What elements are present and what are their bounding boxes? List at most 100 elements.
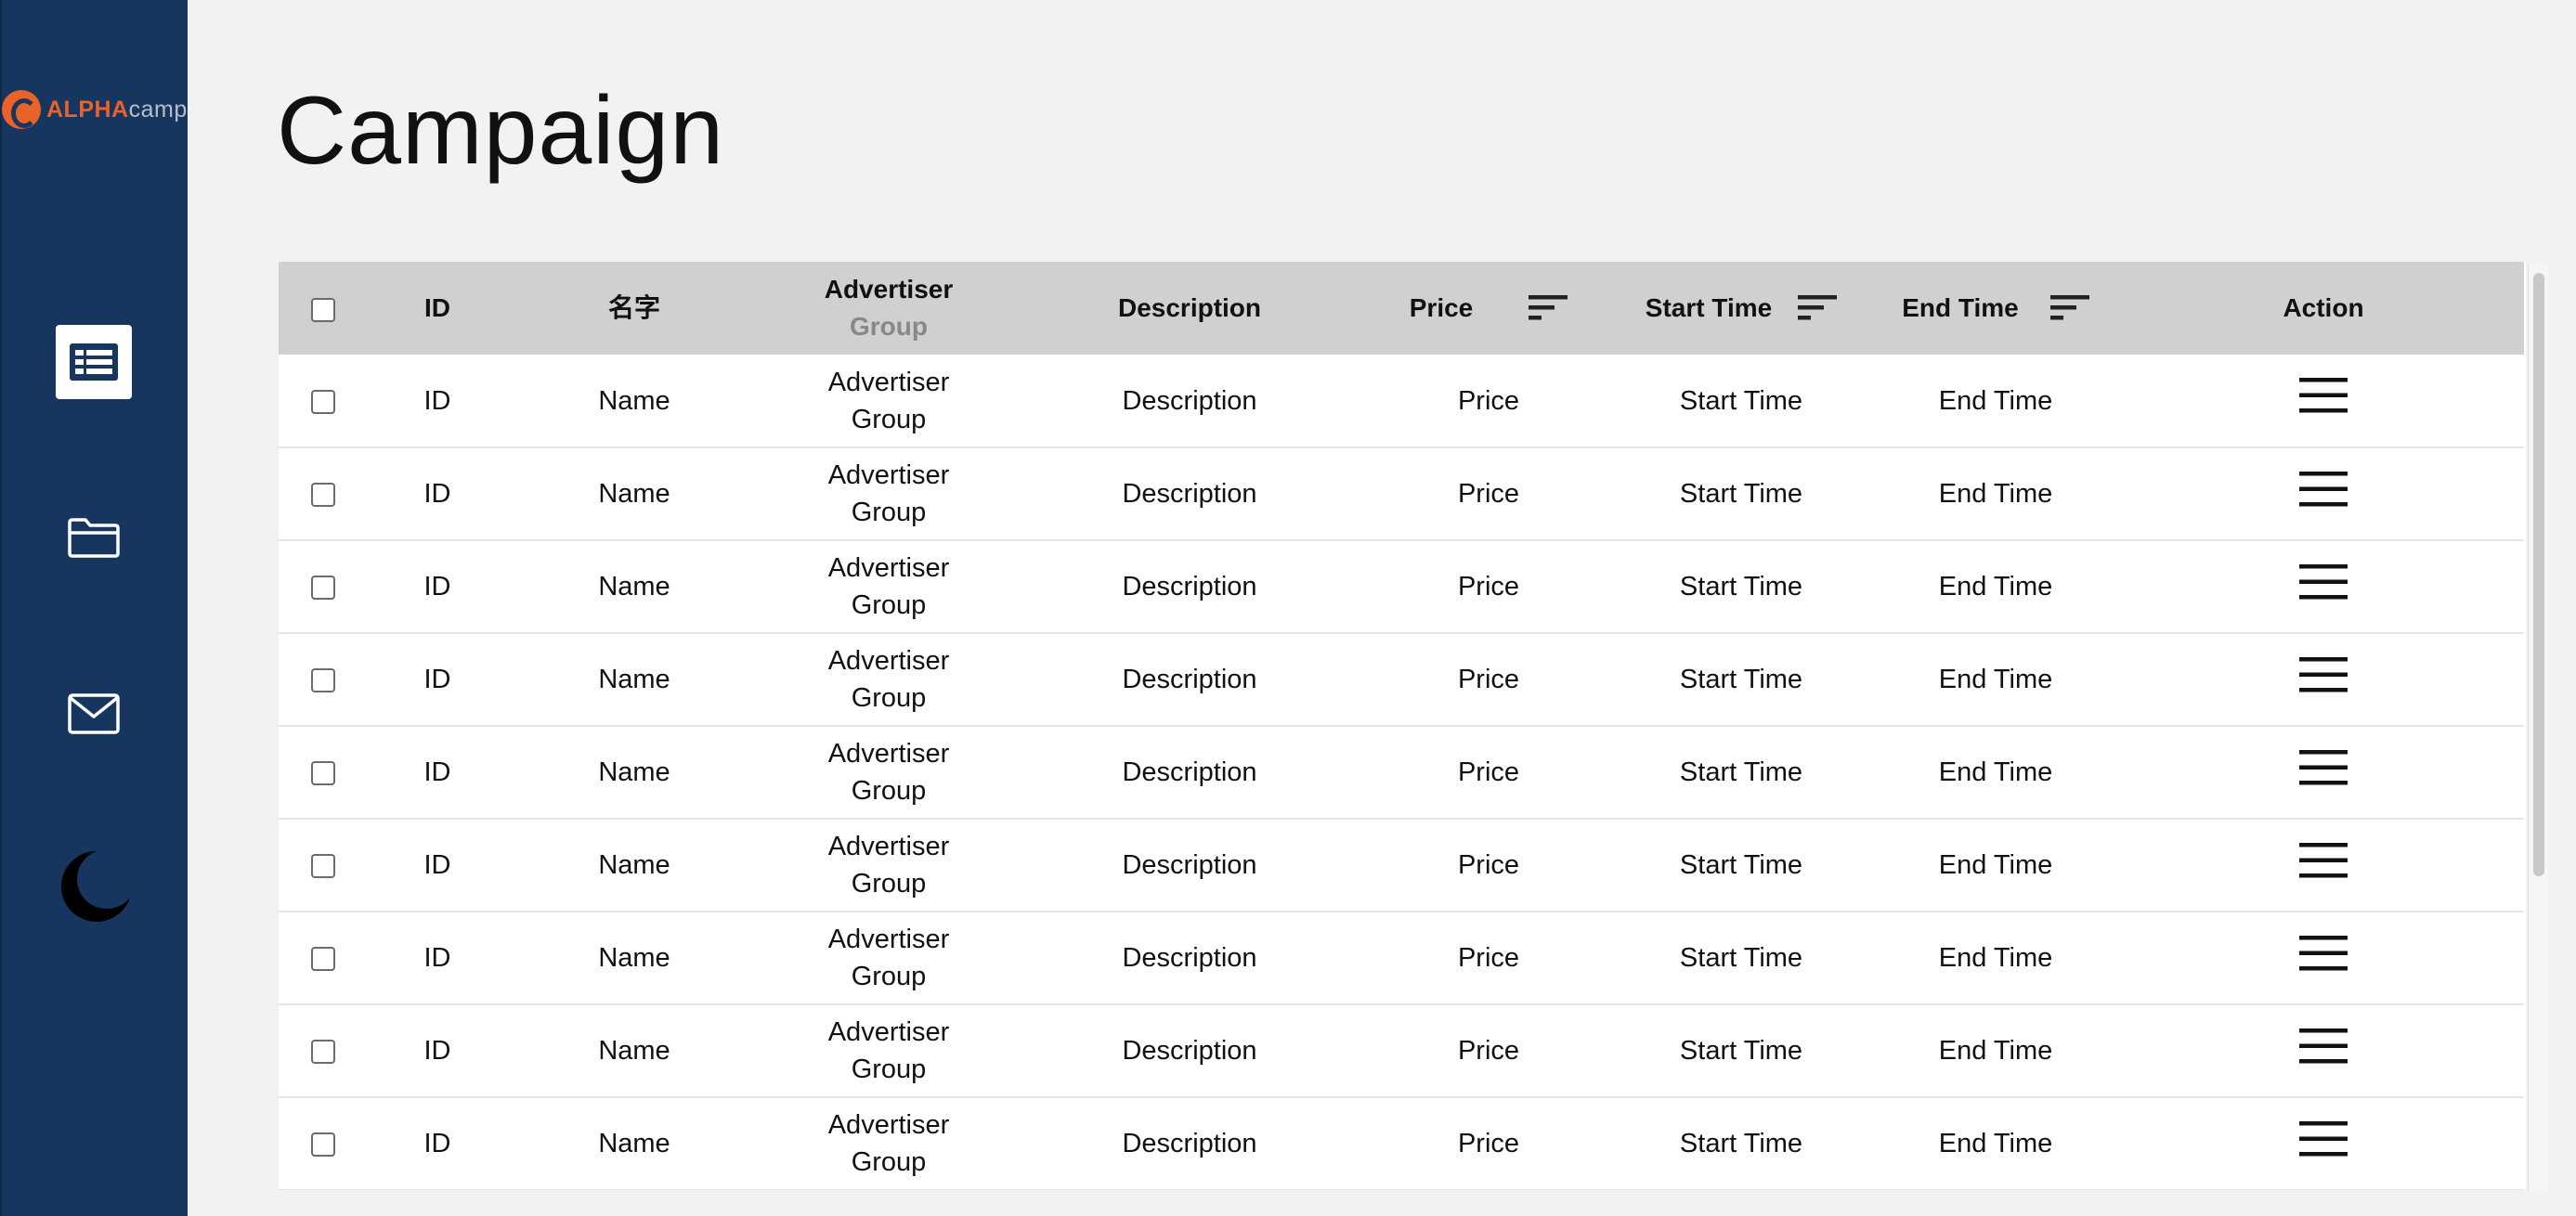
row-description: Description (1016, 912, 1363, 1005)
logo-suffix: camp (128, 96, 188, 123)
row-id: ID (368, 912, 507, 1005)
header-price-wrap: Price (1410, 290, 1568, 327)
row-advertiser-label: Advertiser (827, 553, 950, 583)
header-advertiser-label: Advertiser (824, 275, 954, 304)
row-action-cell (2123, 819, 2524, 912)
row-advertiser-label: Advertiser (827, 646, 950, 676)
page-title: Campaign (277, 77, 725, 185)
row-start-time: Start Time (1614, 819, 1868, 912)
row-advertiser-group: Group (851, 498, 927, 527)
row-menu-icon[interactable] (2299, 841, 2348, 880)
mail-icon (68, 693, 120, 734)
row-select-cell (279, 1097, 368, 1190)
row-select-cell (279, 447, 368, 541)
row-advertiser-label: Advertiser (827, 1110, 950, 1140)
row-name: Name (507, 447, 761, 541)
row-checkbox[interactable] (311, 854, 335, 879)
row-menu-icon[interactable] (2299, 1119, 2348, 1158)
row-advertiser: Advertiser Group (761, 355, 1016, 448)
row-menu-icon[interactable] (2299, 470, 2348, 509)
logo: ALPHAcamp (2, 87, 188, 132)
row-name: Name (507, 633, 761, 727)
row-action-cell (2123, 355, 2524, 448)
row-advertiser: Advertiser Group (761, 633, 1016, 727)
header-name: 名字 (607, 293, 660, 322)
nav-item-folder[interactable] (56, 500, 132, 575)
sort-start-time-icon[interactable] (1798, 295, 1838, 321)
row-price: Price (1363, 1097, 1614, 1190)
row-checkbox[interactable] (311, 947, 335, 972)
moon-icon (60, 850, 130, 922)
row-advertiser: Advertiser Group (761, 1004, 1016, 1098)
row-checkbox[interactable] (311, 668, 335, 693)
row-name: Name (507, 912, 761, 1005)
header-select-all (279, 262, 368, 355)
row-end-time: End Time (1868, 819, 2123, 912)
row-price: Price (1363, 912, 1614, 1005)
row-advertiser-group: Group (851, 1054, 927, 1084)
row-menu-icon[interactable] (2299, 655, 2348, 694)
row-advertiser-group: Group (851, 1147, 927, 1177)
row-name: Name (507, 1004, 761, 1098)
row-checkbox[interactable] (311, 576, 335, 601)
row-start-time: Start Time (1614, 447, 1868, 541)
header-description: Description (1117, 293, 1262, 322)
table-header-row: ID 名字 Advertiser Group Description Price (279, 262, 2524, 355)
table-scrollbar-thumb[interactable] (2533, 273, 2544, 876)
row-select-cell (279, 819, 368, 912)
row-price: Price (1363, 1004, 1614, 1098)
row-advertiser-group: Group (851, 683, 927, 713)
row-menu-icon[interactable] (2299, 1027, 2348, 1066)
header-end-time-label: End Time (1902, 293, 2019, 322)
row-menu-icon[interactable] (2299, 934, 2348, 973)
header-price-label: Price (1409, 293, 1474, 322)
nav-item-mail[interactable] (56, 677, 132, 751)
row-advertiser-label: Advertiser (827, 460, 950, 490)
row-description: Description (1016, 1004, 1363, 1098)
row-price: Price (1363, 726, 1614, 820)
row-end-time: End Time (1868, 726, 2123, 820)
row-menu-icon[interactable] (2299, 748, 2348, 787)
row-advertiser: Advertiser Group (761, 819, 1016, 912)
table-icon (70, 343, 118, 381)
alphacamp-logo-icon (2, 90, 41, 129)
row-id: ID (368, 819, 507, 912)
row-advertiser-group: Group (851, 404, 927, 434)
table-row: ID Name Advertiser Group Description Pri… (279, 819, 2524, 912)
nav-item-theme-toggle[interactable] (56, 850, 132, 925)
nav-item-campaign-table[interactable] (56, 325, 132, 399)
sort-end-time-icon[interactable] (2049, 295, 2089, 321)
row-advertiser-group: Group (851, 962, 927, 991)
row-price: Price (1363, 355, 1614, 448)
row-name: Name (507, 355, 761, 448)
row-checkbox[interactable] (311, 1040, 335, 1065)
row-price: Price (1363, 819, 1614, 912)
row-checkbox[interactable] (311, 761, 335, 786)
row-checkbox[interactable] (311, 483, 335, 508)
row-advertiser-label: Advertiser (827, 925, 950, 954)
row-advertiser-label: Advertiser (827, 1017, 950, 1047)
row-checkbox[interactable] (311, 1132, 335, 1158)
row-advertiser: Advertiser Group (761, 1097, 1016, 1190)
sidebar: ALPHAcamp (0, 0, 188, 1216)
row-start-time: Start Time (1614, 912, 1868, 1005)
sort-price-icon[interactable] (1529, 295, 1568, 321)
row-checkbox[interactable] (311, 389, 335, 414)
row-price: Price (1363, 633, 1614, 727)
row-name: Name (507, 540, 761, 634)
table-row: ID Name Advertiser Group Description Pri… (279, 447, 2524, 541)
row-description: Description (1016, 633, 1363, 727)
row-select-cell (279, 540, 368, 634)
header-start-time-wrap: Start Time (1646, 290, 1838, 327)
row-price: Price (1363, 540, 1614, 634)
row-action-cell (2123, 726, 2524, 820)
table-row: ID Name Advertiser Group Description Pri… (279, 1004, 2524, 1098)
header-start-time: Start Time (1614, 262, 1868, 355)
table-scrollbar[interactable] (2528, 264, 2549, 1192)
row-menu-icon[interactable] (2299, 563, 2348, 602)
row-end-time: End Time (1868, 912, 2123, 1005)
row-id: ID (368, 355, 507, 448)
table-row: ID Name Advertiser Group Description Pri… (279, 355, 2524, 448)
select-all-checkbox[interactable] (311, 297, 335, 322)
row-menu-icon[interactable] (2299, 376, 2348, 415)
